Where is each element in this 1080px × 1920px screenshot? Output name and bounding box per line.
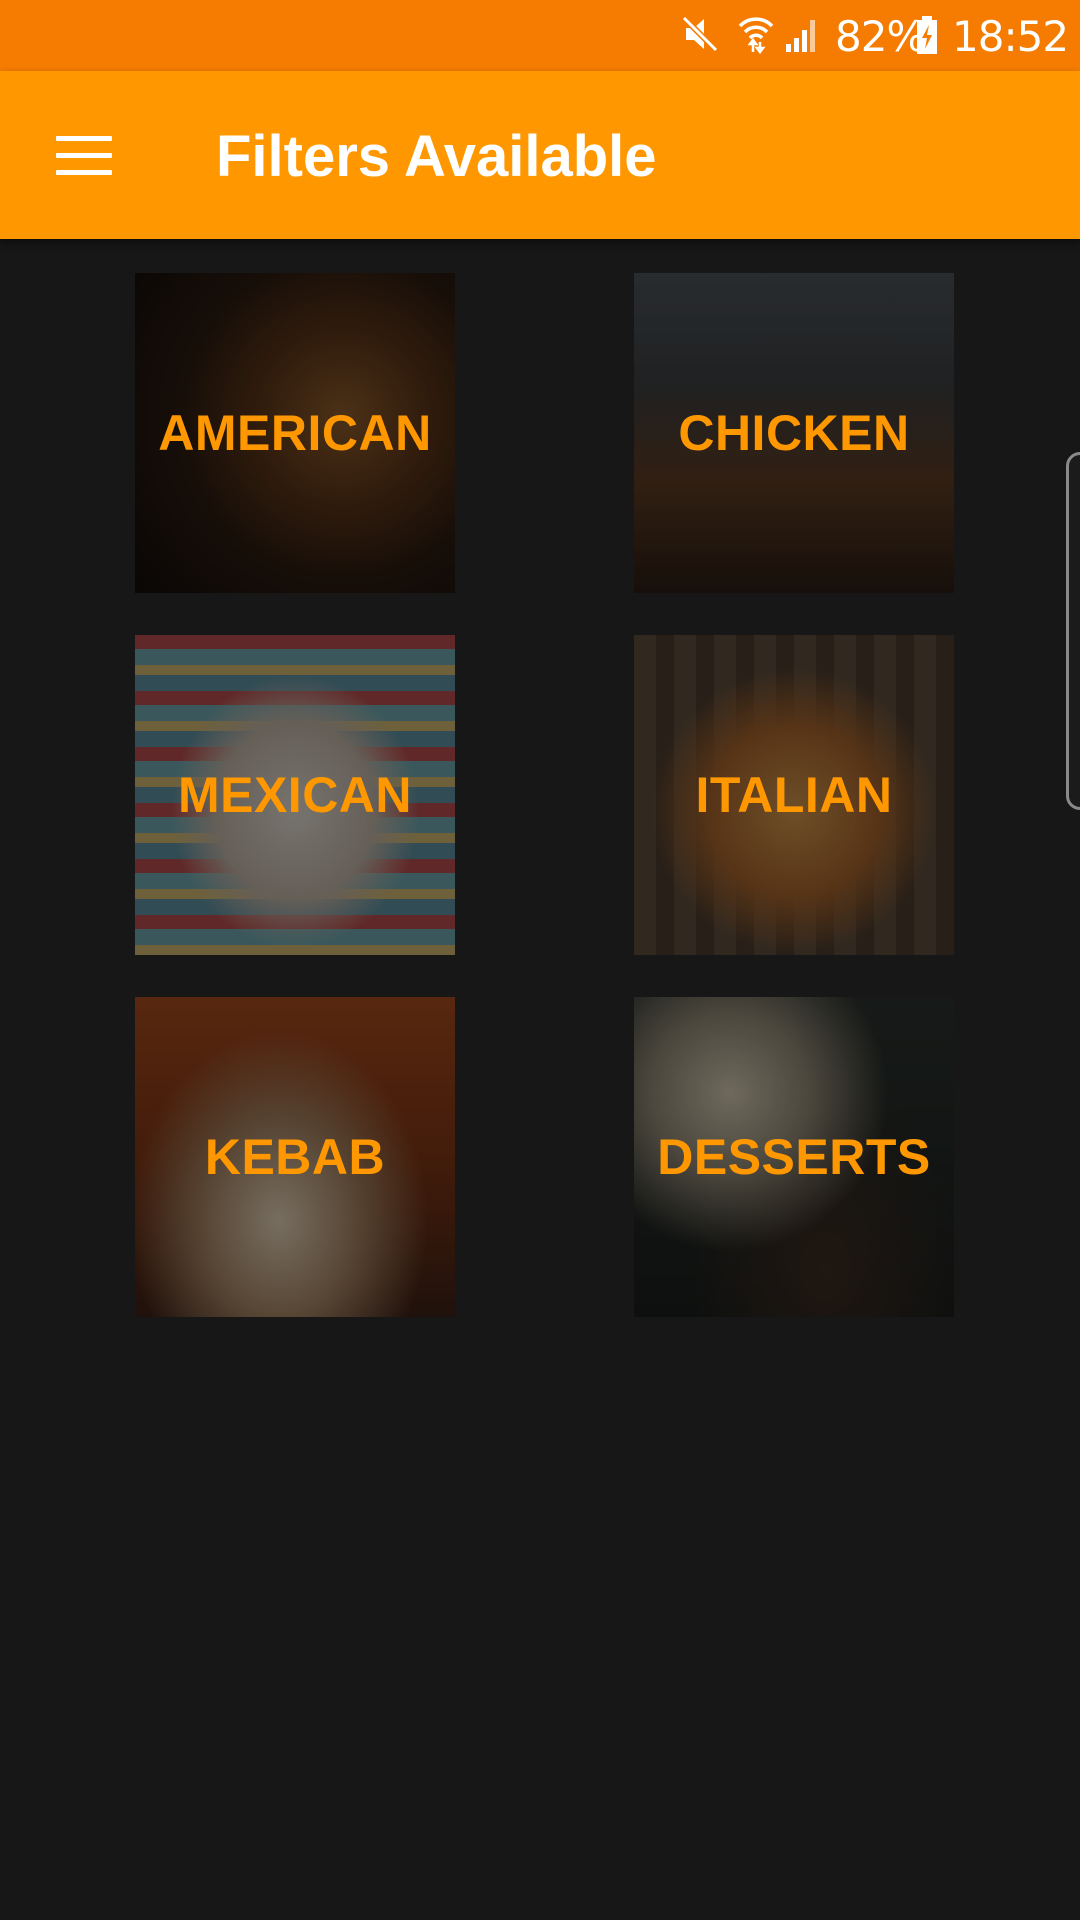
- menu-bar-line: [56, 169, 112, 175]
- category-tile-kebab[interactable]: KEBAB: [135, 997, 455, 1317]
- category-label: MEXICAN: [177, 767, 413, 823]
- category-label: AMERICAN: [158, 405, 432, 461]
- signal-icon: [786, 20, 815, 52]
- category-label: CHICKEN: [678, 405, 910, 461]
- mute-icon: [681, 15, 719, 53]
- category-label: KEBAB: [204, 1129, 386, 1185]
- category-tile-italian[interactable]: ITALIAN: [634, 635, 954, 955]
- page-title: Filters Available: [216, 124, 657, 189]
- app-bar: Filters Available: [0, 71, 1080, 239]
- category-tile-desserts[interactable]: DESSERTS: [634, 997, 954, 1317]
- hamburger-menu-icon[interactable]: [40, 111, 128, 199]
- category-label: ITALIAN: [695, 767, 893, 823]
- menu-bar-line: [56, 135, 112, 141]
- wifi-icon: [738, 17, 774, 55]
- status-clock: 18:52: [952, 12, 1069, 61]
- battery-charging-icon: [917, 16, 937, 54]
- category-tile-chicken[interactable]: CHICKEN: [634, 273, 954, 593]
- menu-bar-line: [56, 152, 112, 158]
- category-tile-american[interactable]: AMERICAN: [135, 273, 455, 593]
- edge-panel-handle[interactable]: [1066, 452, 1080, 810]
- status-bar: 82% 18:52: [0, 0, 1080, 71]
- category-label: DESSERTS: [657, 1129, 931, 1185]
- category-tile-mexican[interactable]: MEXICAN: [135, 635, 455, 955]
- filters-screen: 82% 18:52 Filters Available AMERICAN CHI…: [0, 0, 1080, 1920]
- battery-percent: 82%: [835, 12, 926, 61]
